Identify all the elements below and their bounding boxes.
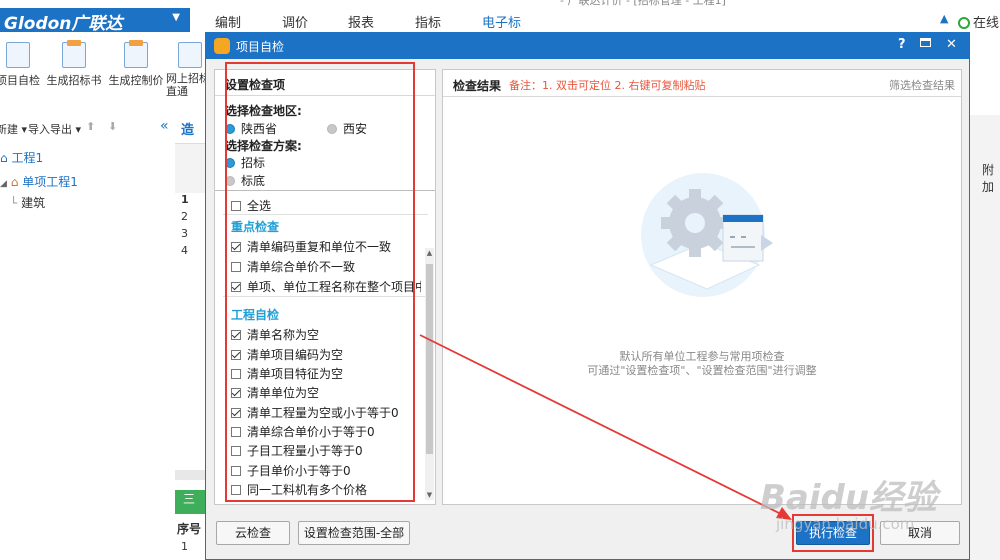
background-right-grid: 附加 — [970, 115, 1000, 560]
results-note: 备注：1. 双击可定位 2. 右键可复制粘贴 — [509, 79, 706, 92]
column-header-extra: 附加 — [982, 163, 995, 194]
ribbon-generate-control-price[interactable]: 生成控制价 — [104, 40, 168, 88]
close-icon[interactable]: ✕ — [946, 37, 957, 52]
row-number: 1 — [181, 193, 189, 206]
scroll-down-icon[interactable]: ▼ — [425, 490, 434, 500]
online-status[interactable]: 在线 — [958, 12, 999, 31]
move-up-icon[interactable]: ⬆ — [86, 120, 95, 133]
watermark-url: jingyan.baidu.com — [776, 515, 915, 533]
self-check-icon — [6, 42, 30, 68]
online-icon — [958, 17, 970, 29]
brand-dropdown-icon[interactable]: ▼ — [172, 12, 180, 23]
ribbon-generate-bid[interactable]: 生成招标书 — [42, 40, 106, 88]
row-number: 2 — [181, 210, 188, 223]
import-export-button[interactable]: 导入导出 ▾ — [28, 121, 81, 137]
collapse-ribbon-icon[interactable]: ▲ — [940, 12, 948, 25]
new-button[interactable]: 新建 ▾ — [0, 121, 27, 137]
tree-item-single-project[interactable]: ◢ ⌂ 单项工程1 — [0, 173, 78, 190]
ribbon-label: 生成控制价 — [108, 74, 164, 87]
filter-results-link[interactable]: 筛选检查结果 — [889, 77, 955, 93]
expand-icon[interactable]: ◢ — [0, 179, 7, 189]
menu-item-ebid[interactable]: 电子标 — [482, 12, 521, 31]
row-number: 4 — [181, 244, 188, 257]
check-items-panel: 设置检查项 选择检查地区: 陕西省 西安 选择检查方案: 招标 标底 全选 重点… — [214, 62, 436, 505]
menu-item-report[interactable]: 报表 — [348, 12, 374, 31]
results-title: 检查结果 — [453, 79, 502, 93]
online-bid-icon — [178, 42, 202, 68]
control-price-icon — [124, 40, 148, 68]
maximize-icon[interactable] — [920, 38, 931, 47]
grid-tab-fragment: 造 — [181, 123, 195, 138]
ribbon-label: 生成招标书 — [46, 74, 102, 87]
check-items-scrollbar[interactable]: ▲ ▼ — [425, 248, 434, 500]
online-label: 在线 — [973, 16, 1000, 31]
ribbon: 项目自检 生成招标书 生成控制价 网上招标直通 — [0, 40, 210, 115]
header-divider — [443, 96, 961, 97]
set-scope-button[interactable]: 设置检查范围-全部 — [298, 521, 410, 545]
annotation-highlight-box — [225, 62, 415, 502]
row-number: 1 — [181, 540, 188, 553]
ribbon-online-bid[interactable]: 网上招标直通 — [166, 40, 210, 98]
brand-menu[interactable]: Glodon广联达 ▼ — [0, 8, 190, 34]
row-number: 3 — [181, 227, 188, 240]
bid-document-icon — [62, 40, 86, 68]
check-results-panel: 检查结果 备注：1. 双击可定位 2. 右键可复制粘贴 筛选检查结果 默认所有单… — [442, 69, 962, 505]
ribbon-label: 网上招标直通 — [166, 72, 210, 98]
watermark-logo: Baidu经验 — [760, 478, 938, 518]
brand-logo: Glodon广联达 — [4, 14, 123, 34]
collapse-panel-icon[interactable]: « — [160, 118, 169, 134]
dialog-app-icon — [214, 38, 230, 54]
menu-item-adjust[interactable]: 调价 — [282, 12, 308, 31]
move-down-icon[interactable]: ⬇ — [108, 120, 117, 133]
house-icon: ⌂ — [10, 175, 19, 189]
empty-state-illustration-icon — [641, 173, 773, 297]
tree-item-root[interactable]: ⌂ 工程1 — [0, 149, 43, 166]
dialog-title: 项目自检 — [236, 40, 285, 54]
scroll-thumb[interactable] — [426, 264, 433, 454]
tree-branch: └ — [10, 196, 18, 210]
empty-state-line2: 可通过"设置检查项"、"设置检查范围"进行调整 — [587, 364, 817, 377]
scroll-up-icon[interactable]: ▲ — [425, 248, 434, 258]
tree-item-building[interactable]: └ 建筑 — [10, 194, 45, 211]
column-header: 序号 — [177, 522, 202, 536]
window-title: - 广联达计价 - [招标管理 - 工程1] — [560, 0, 726, 7]
menu-item-edit[interactable]: 编制 — [215, 12, 241, 31]
dialog-title-bar[interactable]: 项目自检 ? ✕ — [206, 33, 969, 59]
help-icon[interactable]: ? — [898, 37, 906, 52]
cloud-check-button[interactable]: 云检查 — [216, 521, 290, 545]
menu-item-index[interactable]: 指标 — [415, 12, 441, 31]
app-window: Glodon广联达 ▼ - 广联达计价 - [招标管理 - 工程1] 编制 调价… — [0, 0, 1000, 560]
project-icon: ⌂ — [0, 151, 8, 165]
